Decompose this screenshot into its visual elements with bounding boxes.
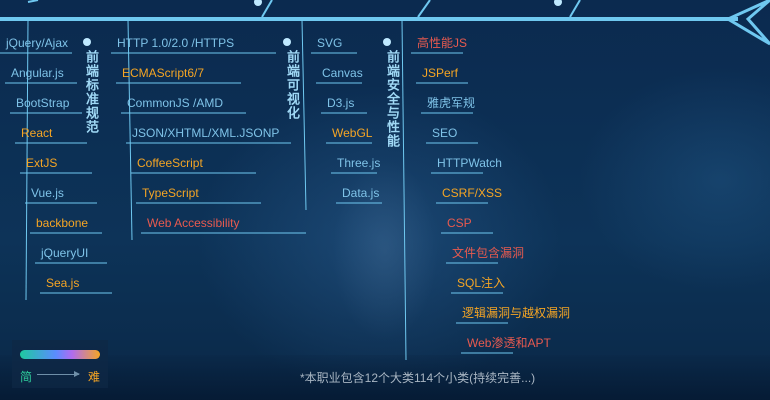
legend-hard-label: 难	[88, 370, 101, 384]
skill-item: SEO	[432, 126, 458, 140]
skill-item: backbone	[36, 216, 89, 230]
top-branch-4	[569, 0, 581, 18]
skill-item: ExtJS	[26, 156, 58, 170]
category-dot	[283, 38, 291, 46]
skill-item: Web渗透和APT	[467, 336, 551, 350]
skill-item: TypeScript	[142, 186, 199, 200]
category-dot	[383, 38, 391, 46]
skill-item: BootStrap	[16, 96, 70, 110]
skill-item: D3.js	[327, 96, 355, 110]
skill-item: HTTP 1.0/2.0 /HTTPS	[117, 36, 235, 50]
fish-head-icon	[724, 0, 770, 46]
skill-item: 雅虎军规	[427, 96, 476, 110]
top-branch-3	[417, 0, 431, 18]
skill-item: jQueryUI	[41, 246, 89, 260]
category-label: 前端标准规范	[84, 50, 99, 134]
top-node-2	[554, 0, 562, 6]
category-label: 前端可视化	[285, 50, 300, 120]
skill-item: SVG	[317, 36, 343, 50]
arrow-right-icon	[37, 371, 80, 377]
column-branch-line	[301, 19, 307, 211]
skill-item: CSP	[447, 216, 472, 230]
skill-item: JSON/XHTML/XML.JSONP	[132, 126, 280, 140]
skill-item: CommonJS /AMD	[127, 96, 224, 110]
skill-item: HTTPWatch	[437, 156, 502, 170]
category-dot	[83, 38, 91, 46]
skill-item: 逻辑漏洞与越权漏洞	[462, 306, 571, 320]
skill-item: React	[21, 126, 53, 140]
fishbone-diagram: jQuery/Ajax Angular.js BootStrap React ExtJS…	[0, 0, 770, 400]
skill-item: Sea.js	[46, 276, 80, 290]
skill-item: Three.js	[337, 156, 381, 170]
top-node-1	[254, 0, 262, 6]
skill-item: Angular.js	[11, 66, 64, 80]
footnote: *本职业包含12个大类114个小类(持续完善...)	[300, 371, 536, 385]
skill-item: CoffeeScript	[137, 156, 203, 170]
skill-item: Canvas	[322, 66, 363, 80]
skill-item: jQuery/Ajax	[6, 36, 69, 50]
top-branch-1	[27, 0, 39, 3]
top-branch-2	[261, 0, 273, 18]
skill-item: WebGL	[332, 126, 373, 140]
skill-item: CSRF/XSS	[442, 186, 503, 200]
skill-item: 高性能JS	[417, 36, 468, 50]
skill-item: Vue.js	[31, 186, 64, 200]
skill-item: 文件包含漏洞	[452, 246, 525, 260]
skill-item: SQL注入	[457, 276, 506, 290]
skill-item: Data.js	[342, 186, 380, 200]
difficulty-legend: 简 难	[12, 340, 108, 388]
legend-easy-label: 简	[20, 370, 33, 384]
category-label: 前端安全与性能	[385, 50, 400, 148]
column-branch-line	[401, 19, 407, 361]
skill-item: JSPerf	[422, 66, 459, 80]
skill-item: ECMAScript6/7	[122, 66, 205, 80]
skill-item: Web Accessibility	[147, 216, 240, 230]
difficulty-gradient-bar	[20, 350, 100, 359]
